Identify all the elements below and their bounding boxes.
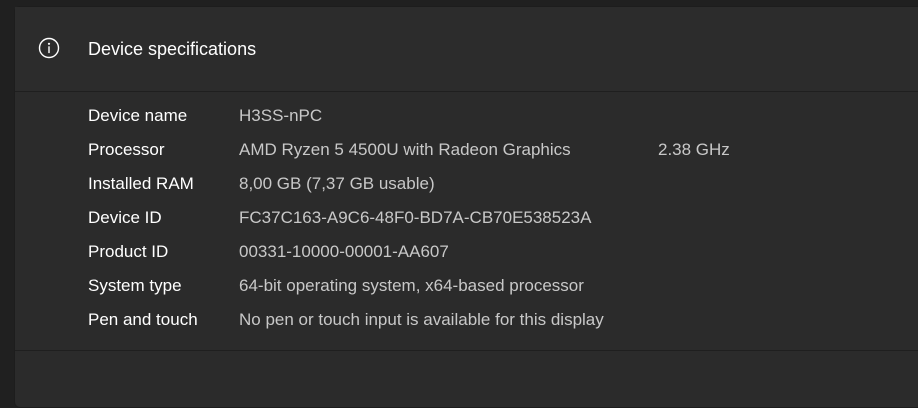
spec-label: Processor	[88, 140, 165, 159]
spec-row-product-id: Product ID 00331-10000-00001-AA607	[15, 241, 918, 275]
spec-row-pen-and-touch: Pen and touch No pen or touch input is a…	[15, 309, 918, 343]
device-specifications-header[interactable]: Device specifications	[15, 7, 918, 92]
spec-value[interactable]: 64-bit operating system, x64-based proce…	[239, 275, 584, 297]
spec-row-installed-ram: Installed RAM 8,00 GB (7,37 GB usable)	[15, 173, 918, 207]
spec-label: Device ID	[88, 208, 162, 227]
spec-row-device-id: Device ID FC37C163-A9C6-48F0-BD7A-CB70E5…	[15, 207, 918, 241]
spec-value[interactable]: 00331-10000-00001-AA607	[239, 241, 449, 263]
section-divider	[15, 350, 918, 351]
spec-label: Device name	[88, 106, 188, 125]
spec-value[interactable]: No pen or touch input is available for t…	[239, 309, 604, 331]
spec-value[interactable]: AMD Ryzen 5 4500U with Radeon Graphics	[239, 139, 571, 161]
spec-value[interactable]: H3SS-nPC	[239, 105, 322, 127]
spec-label: System type	[88, 276, 182, 295]
spec-label: Installed RAM	[88, 174, 194, 193]
spec-label: Pen and touch	[88, 310, 198, 329]
spec-value[interactable]: FC37C163-A9C6-48F0-BD7A-CB70E538523A	[239, 207, 591, 229]
section-title: Device specifications	[88, 39, 257, 59]
info-icon	[38, 37, 60, 59]
spec-row-processor: Processor AMD Ryzen 5 4500U with Radeon …	[15, 139, 918, 173]
spec-row-system-type: System type 64-bit operating system, x64…	[15, 275, 918, 309]
spec-row-device-name: Device name H3SS-nPC	[15, 105, 918, 139]
spec-label: Product ID	[88, 242, 169, 261]
spec-extra-value[interactable]: 2.38 GHz	[658, 139, 730, 161]
device-specifications-card: Device specifications Device name H3SS-n…	[14, 6, 918, 408]
spec-value[interactable]: 8,00 GB (7,37 GB usable)	[239, 173, 435, 195]
